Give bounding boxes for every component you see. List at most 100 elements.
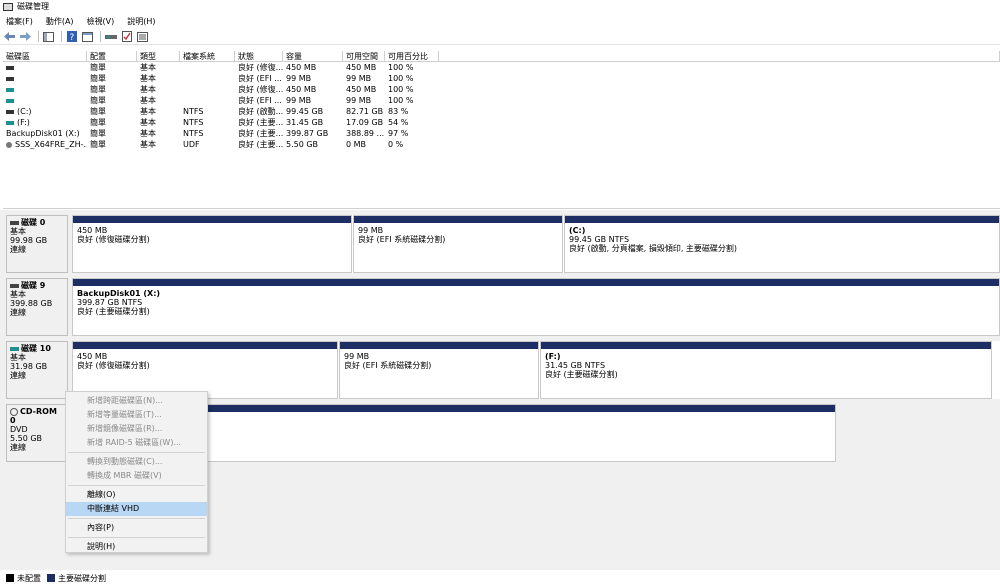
cell-volume bbox=[3, 95, 87, 106]
cd-drive-icon bbox=[6, 141, 12, 148]
disk-state: 連線 bbox=[10, 371, 26, 380]
menu-bar: 檔案(F) 動作(A) 檢視(V) 說明(H) bbox=[0, 14, 1000, 28]
cell-type: 基本 bbox=[140, 85, 156, 94]
cell-status: 良好 (EFI ... bbox=[238, 96, 282, 105]
column-header-volume[interactable]: 磁碟區 bbox=[3, 51, 87, 62]
window-title: 磁碟管理 bbox=[17, 2, 49, 11]
partition-bar bbox=[565, 216, 999, 223]
disk-size: 5.50 GB bbox=[10, 434, 43, 443]
menu-offline[interactable]: 離線(O) bbox=[66, 488, 207, 502]
cell-filesystem: NTFS bbox=[183, 118, 204, 127]
forward-arrow-icon[interactable] bbox=[19, 31, 32, 43]
partition-bar bbox=[541, 342, 991, 349]
cell-capacity: 99.45 GB bbox=[286, 107, 324, 116]
menu-help-item[interactable]: 說明(H) bbox=[66, 540, 207, 554]
disk-type: 基本 bbox=[10, 353, 26, 362]
cell-free-space: 17.09 GB bbox=[346, 118, 384, 127]
drive-icon bbox=[6, 120, 14, 125]
cell-status: 良好 (主要... bbox=[238, 118, 283, 127]
table-header: 磁碟區 配置 類型 檔案系統 狀態 容量 可用空間 可用百分比 bbox=[3, 51, 1000, 62]
disk-type: 基本 bbox=[10, 290, 26, 299]
cell-volume bbox=[3, 73, 87, 84]
table-row[interactable]: 簡單 基本 良好 (修復... 450 MB 450 MB 100 % bbox=[3, 62, 1000, 73]
column-header-type[interactable]: 類型 bbox=[137, 51, 180, 62]
disk-partitions: 450 MB 良好 (修復磁碟分割) 99 MB 良好 (EFI 系統磁碟分割)… bbox=[72, 215, 1000, 273]
cell-percent-free: 100 % bbox=[388, 74, 414, 83]
partition-info: 450 MB 良好 (修復磁碟分割) bbox=[73, 223, 351, 247]
partition-block[interactable]: 99 MB 良好 (EFI 系統磁碟分割) bbox=[339, 341, 539, 399]
menu-new-spanned-volume: 新增跨距磁碟區(N)... bbox=[87, 396, 163, 405]
table-row[interactable]: 簡單 基本 良好 (EFI ... 99 MB 99 MB 100 % bbox=[3, 73, 1000, 84]
view-list-icon[interactable] bbox=[136, 31, 149, 43]
partition-block[interactable]: (C:) 99.45 GB NTFS 良好 (啟動, 分頁檔案, 損毀傾印, 主… bbox=[564, 215, 1000, 273]
menu-action[interactable]: 動作(A) bbox=[46, 16, 74, 27]
show-hide-console-tree-icon[interactable] bbox=[42, 31, 55, 43]
disk-label[interactable]: 磁碟 0 基本 99.98 GB 連線 bbox=[6, 215, 68, 273]
cell-volume: SSS_X64FRE_ZH-... bbox=[3, 139, 87, 150]
disk-state: 連線 bbox=[10, 308, 26, 317]
partition-size: 450 MB bbox=[77, 352, 108, 361]
column-header-layout[interactable]: 配置 bbox=[87, 51, 137, 62]
cell-capacity: 31.45 GB bbox=[286, 118, 324, 127]
checklist-icon[interactable] bbox=[120, 31, 133, 43]
disk-type: 基本 bbox=[10, 227, 26, 236]
cell-type: 基本 bbox=[140, 107, 156, 116]
column-header-free-space[interactable]: 可用空間 bbox=[343, 51, 385, 62]
drive-icon bbox=[6, 87, 14, 92]
partition-block[interactable]: 99 MB 良好 (EFI 系統磁碟分割) bbox=[353, 215, 563, 273]
toolbar: ? bbox=[0, 29, 1000, 45]
drive-icon bbox=[6, 98, 14, 103]
menu-new-mirrored-volume: 新增鏡像磁碟區(R)... bbox=[87, 424, 163, 433]
disk-state: 連線 bbox=[10, 443, 26, 452]
menu-detach-vhd[interactable]: 中斷連結 VHD bbox=[66, 502, 207, 516]
menu-help[interactable]: 說明(H) bbox=[127, 16, 155, 27]
menu-properties[interactable]: 內容(P) bbox=[66, 521, 207, 535]
partition-size: 399.87 GB NTFS bbox=[77, 298, 143, 307]
table-row[interactable]: (C:) 簡單 基本 NTFS 良好 (啟動... 99.45 GB 82.71 GB 83 … bbox=[3, 106, 1000, 117]
table-row[interactable]: 簡單 基本 良好 (EFI ... 99 MB 99 MB 100 % bbox=[3, 95, 1000, 106]
cell-volume bbox=[3, 84, 87, 95]
cell-type: 基本 bbox=[140, 140, 156, 149]
table-row[interactable]: SSS_X64FRE_ZH-... 簡單 基本 UDF 良好 (主要... 5.50 GB… bbox=[3, 139, 1000, 150]
cell-layout: 簡單 bbox=[90, 107, 106, 116]
connect-disk-icon[interactable] bbox=[104, 31, 117, 43]
partition-status: 良好 (EFI 系統磁碟分割) bbox=[344, 361, 432, 370]
toolbar-separator bbox=[38, 31, 39, 42]
column-header-percent-free[interactable]: 可用百分比 bbox=[385, 51, 439, 62]
table-row[interactable]: 簡單 基本 良好 (修復... 450 MB 450 MB 100 % bbox=[3, 84, 1000, 95]
cell-type: 基本 bbox=[140, 74, 156, 83]
disk-context-menu: 新增跨距磁碟區(N)... 新增等量磁碟區(T)... 新增鏡像磁碟區(R)... 新… bbox=[65, 391, 208, 553]
disk-name: CD-ROM 0 bbox=[10, 407, 57, 425]
cell-capacity: 399.87 GB bbox=[286, 129, 329, 138]
menu-view[interactable]: 檢視(V) bbox=[87, 16, 115, 27]
column-header-capacity[interactable]: 容量 bbox=[283, 51, 343, 62]
cell-status: 良好 (啟動... bbox=[238, 107, 283, 116]
menu-file[interactable]: 檔案(F) bbox=[6, 16, 33, 27]
partition-block[interactable]: 450 MB 良好 (修復磁碟分割) bbox=[72, 215, 352, 273]
cell-free-space: 388.89 ... bbox=[346, 129, 385, 138]
disk-size: 399.88 GB bbox=[10, 299, 53, 308]
partition-block[interactable]: (F:) 31.45 GB NTFS 良好 (主要磁碟分割) bbox=[540, 341, 992, 399]
cell-type: 基本 bbox=[140, 118, 156, 127]
cell-capacity: 450 MB bbox=[286, 63, 317, 72]
partition-bar bbox=[73, 216, 351, 223]
cell-percent-free: 54 % bbox=[388, 118, 409, 127]
partition-block[interactable]: BackupDisk01 (X:) 399.87 GB NTFS 良好 (主要磁… bbox=[72, 278, 1000, 336]
column-header-filesystem[interactable]: 檔案系統 bbox=[180, 51, 235, 62]
table-row[interactable]: (F:) 簡單 基本 NTFS 良好 (主要... 31.45 GB 17.09 GB 54 … bbox=[3, 117, 1000, 128]
cell-free-space: 0 MB bbox=[346, 140, 367, 149]
disk-partitions: BackupDisk01 (X:) 399.87 GB NTFS 良好 (主要磁… bbox=[72, 278, 1000, 336]
table-body: 簡單 基本 良好 (修復... 450 MB 450 MB 100 % 簡單 基本 良好 (EF… bbox=[3, 62, 1000, 150]
table-row[interactable]: BackupDisk01 (X:) 簡單 基本 NTFS 良好 (主要... 399.87… bbox=[3, 128, 1000, 139]
properties-icon[interactable] bbox=[81, 31, 94, 43]
disk-label[interactable]: 磁碟 9 基本 399.88 GB 連線 bbox=[6, 278, 68, 336]
help-icon[interactable]: ? bbox=[65, 31, 78, 43]
cell-capacity: 450 MB bbox=[286, 85, 317, 94]
back-arrow-icon[interactable] bbox=[3, 31, 16, 43]
disk-name: 磁碟 0 bbox=[10, 218, 64, 227]
column-header-status[interactable]: 狀態 bbox=[235, 51, 283, 62]
disk-label[interactable]: CD-ROM 0 DVD 5.50 GB 連線 bbox=[6, 404, 68, 462]
cell-filesystem bbox=[180, 95, 235, 106]
disk-label[interactable]: 磁碟 10 基本 31.98 GB 連線 bbox=[6, 341, 68, 399]
cell-capacity: 99 MB bbox=[286, 74, 312, 83]
